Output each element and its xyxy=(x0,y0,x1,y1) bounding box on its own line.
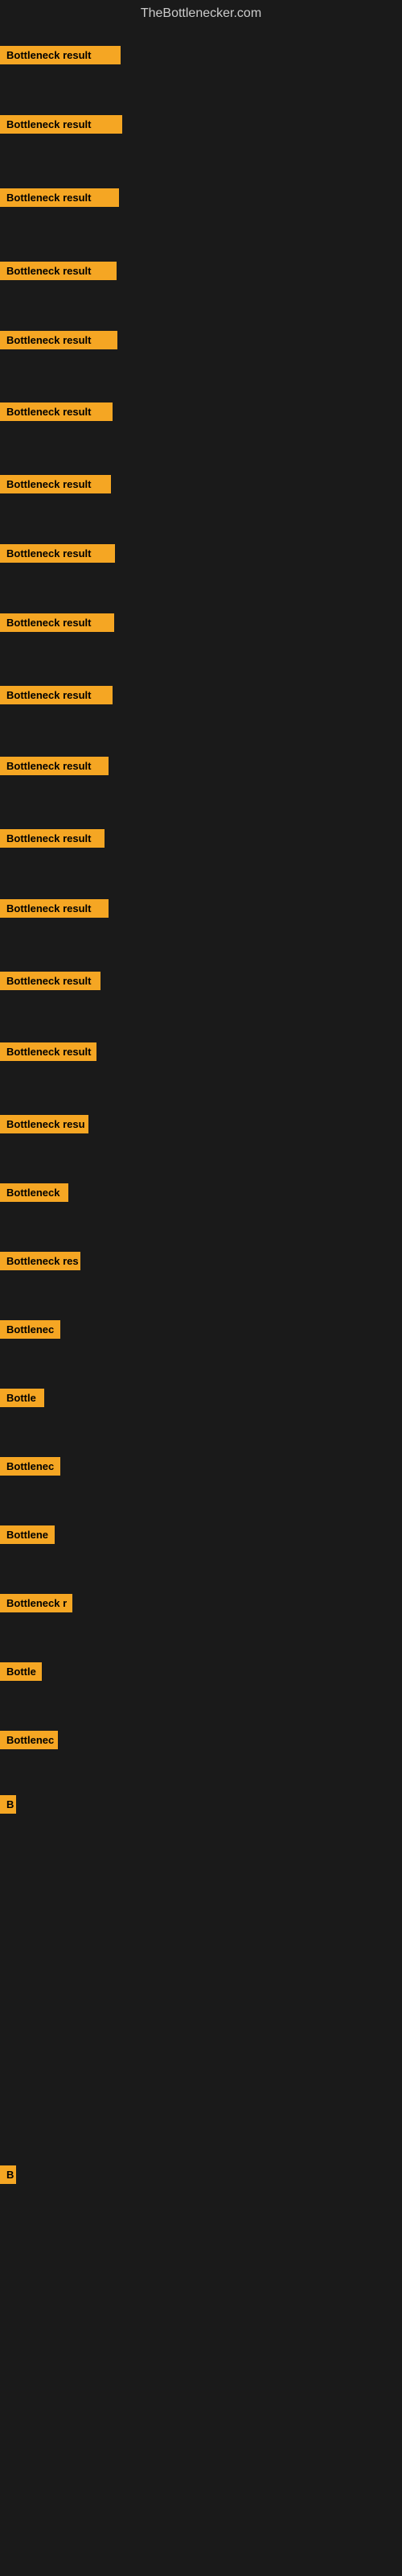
bottleneck-item-26[interactable]: B xyxy=(0,1795,16,1814)
bottleneck-item-17[interactable]: Bottleneck xyxy=(0,1183,68,1202)
bottleneck-item-16[interactable]: Bottleneck resu xyxy=(0,1115,88,1133)
bottleneck-item-1[interactable]: Bottleneck result xyxy=(0,46,121,64)
bottleneck-item-13[interactable]: Bottleneck result xyxy=(0,899,109,918)
site-title-text: TheBottlenecker.com xyxy=(141,6,261,20)
bottleneck-item-2[interactable]: Bottleneck result xyxy=(0,115,122,134)
bottleneck-item-15[interactable]: Bottleneck result xyxy=(0,1042,96,1061)
bottleneck-item-14[interactable]: Bottleneck result xyxy=(0,972,100,990)
bottleneck-item-22[interactable]: Bottlene xyxy=(0,1525,55,1544)
bottleneck-item-19[interactable]: Bottlenec xyxy=(0,1320,60,1339)
bottleneck-item-10[interactable]: Bottleneck result xyxy=(0,686,113,704)
bottleneck-item-5[interactable]: Bottleneck result xyxy=(0,331,117,349)
bottleneck-item-25[interactable]: Bottlenec xyxy=(0,1731,58,1749)
bottleneck-item-6[interactable]: Bottleneck result xyxy=(0,402,113,421)
bottleneck-item-11[interactable]: Bottleneck result xyxy=(0,757,109,775)
bottleneck-item-8[interactable]: Bottleneck result xyxy=(0,544,115,563)
bottleneck-item-27[interactable]: B xyxy=(0,2165,16,2184)
bottleneck-item-12[interactable]: Bottleneck result xyxy=(0,829,105,848)
bottleneck-item-9[interactable]: Bottleneck result xyxy=(0,613,114,632)
bottleneck-item-23[interactable]: Bottleneck r xyxy=(0,1594,72,1612)
bottleneck-item-20[interactable]: Bottle xyxy=(0,1389,44,1407)
bottleneck-item-24[interactable]: Bottle xyxy=(0,1662,42,1681)
bottleneck-item-18[interactable]: Bottleneck res xyxy=(0,1252,80,1270)
bottleneck-item-4[interactable]: Bottleneck result xyxy=(0,262,117,280)
bottleneck-item-3[interactable]: Bottleneck result xyxy=(0,188,119,207)
site-title: TheBottlenecker.com xyxy=(0,0,402,27)
bottleneck-item-7[interactable]: Bottleneck result xyxy=(0,475,111,493)
bottleneck-item-21[interactable]: Bottlenec xyxy=(0,1457,60,1476)
